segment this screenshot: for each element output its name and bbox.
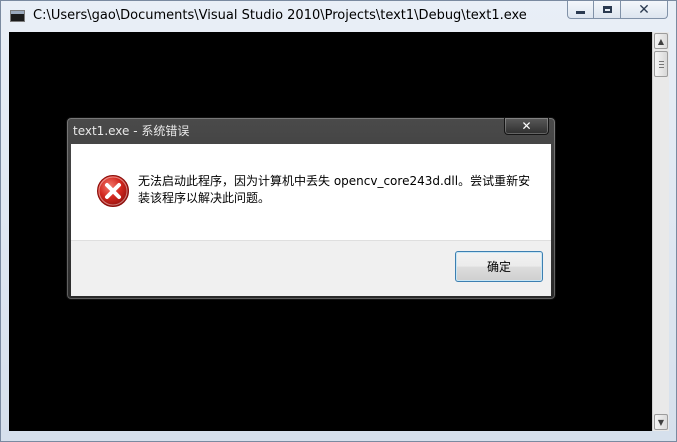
dialog-close-button[interactable]: ✕ [504, 118, 549, 135]
dialog-title: text1.exe - 系统错误 [73, 124, 190, 138]
scroll-down-button[interactable]: ▼ [654, 414, 668, 430]
error-dialog: text1.exe - 系统错误 ✕ 无法启动此程序，因为计算机中丢失 open… [66, 117, 556, 300]
dialog-footer: 确定 [71, 240, 551, 296]
dialog-message: 无法启动此程序，因为计算机中丢失 opencv_core243d.dll。尝试重… [138, 174, 531, 205]
maximize-button[interactable] [594, 1, 621, 19]
error-icon [97, 175, 129, 207]
ok-button[interactable]: 确定 [455, 251, 543, 282]
console-window-title: C:\Users\gao\Documents\Visual Studio 201… [33, 8, 527, 23]
close-icon: ✕ [638, 1, 650, 18]
vertical-scrollbar[interactable]: ▲ ▼ [652, 32, 669, 431]
scrollbar-thumb[interactable] [654, 51, 668, 77]
console-titlebar[interactable]: C:\Users\gao\Documents\Visual Studio 201… [1, 1, 676, 32]
console-app-icon[interactable] [10, 10, 25, 22]
close-button[interactable]: ✕ [621, 1, 668, 19]
close-icon: ✕ [521, 119, 532, 133]
minimize-button[interactable] [567, 1, 594, 19]
maximize-icon [602, 6, 612, 13]
dialog-body: 无法启动此程序，因为计算机中丢失 opencv_core243d.dll。尝试重… [71, 144, 551, 240]
minimize-icon [576, 11, 585, 14]
caption-buttons: ✕ [567, 1, 668, 20]
scroll-up-button[interactable]: ▲ [654, 33, 668, 49]
